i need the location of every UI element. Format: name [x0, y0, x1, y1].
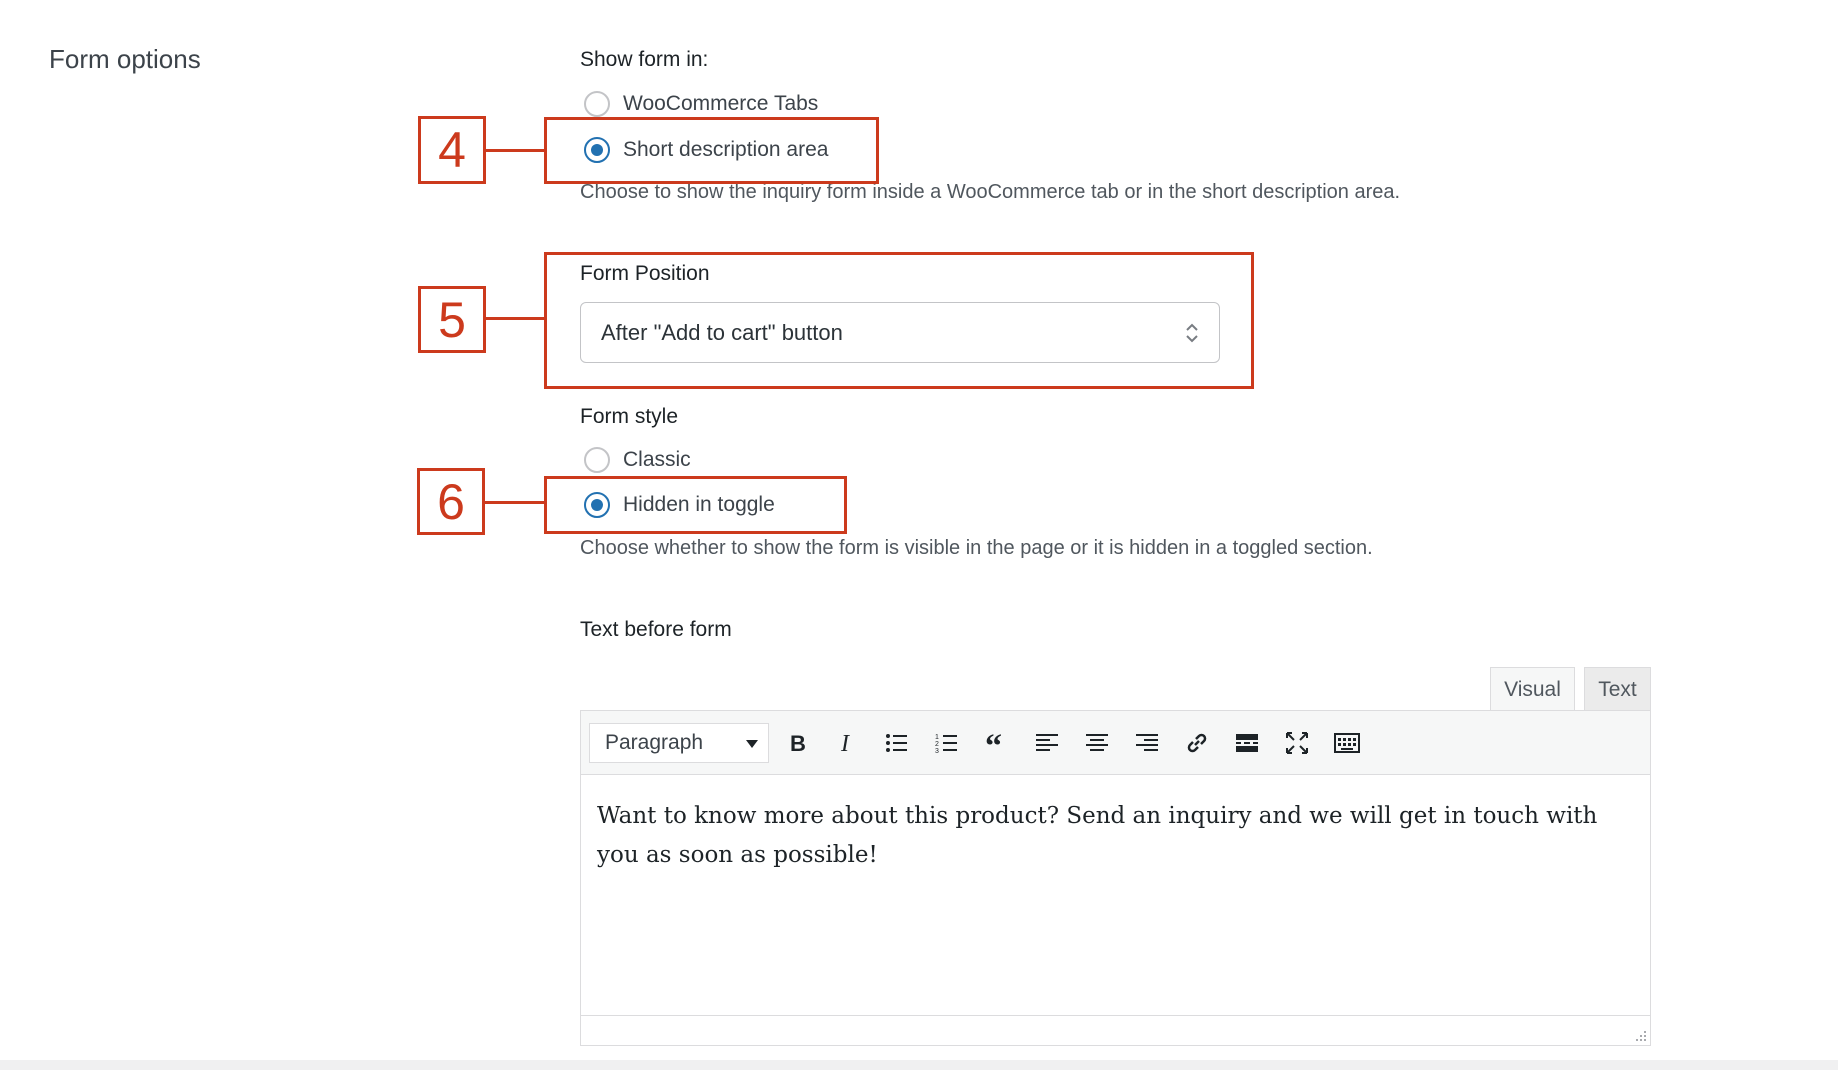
callout-connector — [485, 501, 544, 504]
show-form-in-label: Show form in: — [580, 48, 709, 71]
radio-option-woocommerce-tabs[interactable]: WooCommerce Tabs — [584, 91, 818, 117]
align-left-icon — [1036, 734, 1058, 751]
numbered-list-icon: 1 2 3 — [935, 734, 957, 755]
radio-option-classic[interactable]: Classic — [584, 447, 691, 473]
page-bottom-divider — [0, 1060, 1838, 1070]
bold-icon: B — [790, 731, 806, 756]
svg-text:3: 3 — [935, 748, 939, 755]
toolbar-toggle-button[interactable] — [1328, 724, 1366, 762]
bulleted-list-icon — [886, 734, 907, 752]
tab-visual[interactable]: Visual — [1490, 667, 1575, 711]
format-select[interactable]: Paragraph — [589, 723, 769, 763]
italic-button[interactable]: I — [828, 724, 866, 762]
svg-text:1: 1 — [935, 734, 939, 741]
toolbar-toggle-icon — [1334, 733, 1360, 753]
radio-label: WooCommerce Tabs — [623, 92, 819, 115]
callout-number-6: 6 — [417, 468, 485, 535]
callout-highlight-box — [544, 476, 847, 534]
editor-toolbar: Paragraph B I 1 2 3 “ — [581, 711, 1650, 775]
callout-highlight-box — [544, 252, 1254, 389]
blockquote-button[interactable]: “ — [978, 724, 1016, 762]
align-center-button[interactable] — [1078, 724, 1116, 762]
svg-text:2: 2 — [935, 741, 939, 748]
svg-text:I: I — [840, 731, 850, 757]
form-style-description: Choose whether to show the form is visib… — [580, 537, 1373, 559]
fullscreen-button[interactable] — [1278, 724, 1316, 762]
caret-down-icon — [746, 740, 758, 748]
callout-number-4: 4 — [418, 116, 486, 184]
blockquote-icon: “ — [985, 729, 1002, 757]
form-style-label: Form style — [580, 405, 679, 428]
svg-text:B: B — [790, 731, 806, 756]
editor-content[interactable]: Want to know more about this product? Se… — [581, 775, 1650, 1015]
callout-connector — [485, 149, 544, 152]
fullscreen-icon — [1286, 732, 1308, 754]
numbered-list-button[interactable]: 1 2 3 — [928, 724, 966, 762]
radio-button[interactable] — [584, 91, 610, 117]
link-icon — [1187, 733, 1207, 753]
rich-text-editor: Paragraph B I 1 2 3 “ Want to know more … — [580, 710, 1651, 1046]
read-more-button[interactable] — [1228, 724, 1266, 762]
radio-label: Classic — [623, 448, 691, 471]
align-left-button[interactable] — [1028, 724, 1066, 762]
callout-connector — [485, 317, 544, 320]
align-right-icon — [1136, 734, 1158, 751]
callout-highlight-box — [544, 117, 879, 184]
bulleted-list-button[interactable] — [878, 724, 916, 762]
radio-button[interactable] — [584, 447, 610, 473]
section-title: Form options — [49, 44, 201, 74]
callout-number-5: 5 — [418, 286, 486, 353]
italic-icon: I — [840, 731, 850, 757]
format-select-value: Paragraph — [605, 731, 704, 754]
resize-handle-icon[interactable] — [1633, 1028, 1647, 1042]
svg-text:“: “ — [985, 729, 1002, 757]
tab-text[interactable]: Text — [1584, 667, 1651, 711]
align-center-icon — [1086, 734, 1108, 751]
link-button[interactable] — [1178, 724, 1216, 762]
align-right-button[interactable] — [1128, 724, 1166, 762]
show-form-in-description: Choose to show the inquiry form inside a… — [580, 181, 1401, 203]
editor-statusbar — [581, 1015, 1650, 1045]
text-before-form-label: Text before form — [580, 618, 732, 641]
read-more-icon — [1236, 734, 1258, 752]
bold-button[interactable]: B — [778, 724, 816, 762]
